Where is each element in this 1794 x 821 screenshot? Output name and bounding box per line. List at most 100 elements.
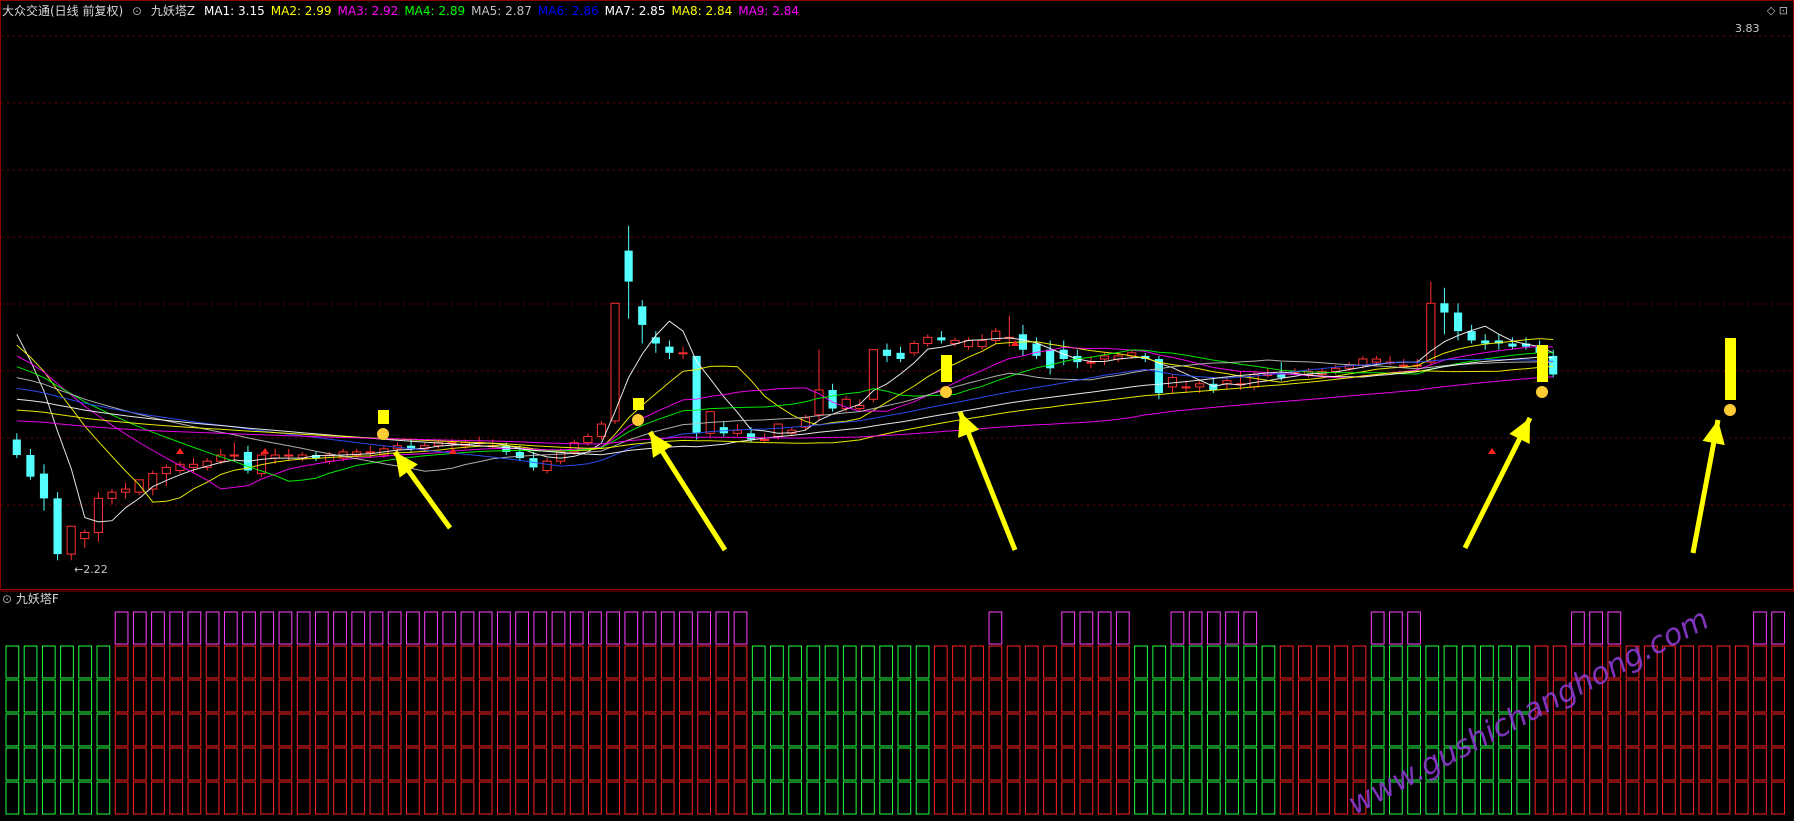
tower-cell — [442, 611, 457, 645]
tower-cell — [424, 679, 438, 713]
tower-cell — [223, 747, 238, 781]
tower-cell — [60, 781, 74, 815]
tower-cell — [952, 645, 966, 679]
tower-cell — [478, 645, 493, 679]
tower-cell — [1115, 713, 1130, 747]
ma-legend-item: MA6: 2.86 — [537, 4, 599, 18]
tower-cell — [788, 645, 803, 679]
tower-cell — [1534, 781, 1549, 815]
tower-cell — [1753, 713, 1767, 747]
tower-cell — [296, 645, 311, 679]
tower-cell — [642, 781, 657, 815]
panel-controls[interactable]: ◇ ⊡ — [1767, 4, 1788, 17]
tower-cell — [933, 747, 948, 781]
tower-cell — [460, 679, 475, 713]
tower-cell — [933, 713, 948, 747]
tower-cell — [624, 747, 639, 781]
tower-cell — [824, 713, 839, 747]
tower-cell — [533, 611, 548, 645]
tower-cell — [1225, 713, 1239, 747]
tower-cell — [1097, 747, 1112, 781]
tower-cell — [533, 679, 548, 713]
candle-body — [732, 429, 742, 434]
tower-cell — [478, 781, 493, 815]
tower-cell — [1662, 679, 1676, 713]
tower-cell — [551, 747, 566, 781]
tower-cell — [1225, 611, 1239, 645]
signal-candle — [633, 398, 644, 410]
ma-line — [16, 358, 1554, 467]
tower-cell — [260, 713, 275, 747]
tower-cell — [697, 747, 711, 781]
stock-chart[interactable]: 3.83 ←2.22 www.gushichanghong.com — [0, 0, 1794, 821]
tower-cell — [1516, 781, 1531, 815]
collapse-icon[interactable]: ⊙ — [2, 592, 12, 606]
tower-cell — [879, 645, 894, 679]
tower-cell — [1734, 679, 1749, 713]
tower-cell — [660, 679, 675, 713]
tower-cell — [1279, 713, 1294, 747]
tower-cell — [606, 645, 620, 679]
tower-cell — [169, 645, 184, 679]
tower-cell — [132, 679, 147, 713]
tower-cell — [806, 781, 821, 815]
tower-cell — [569, 679, 584, 713]
tower-cell — [442, 713, 457, 747]
tower-cell — [624, 611, 639, 645]
tower-cell — [78, 679, 93, 713]
tower-cell — [242, 713, 256, 747]
tower-cell — [624, 781, 639, 815]
tower-cell — [497, 713, 511, 747]
tower-cell — [387, 747, 402, 781]
tower-cell — [1243, 679, 1258, 713]
tower-cell — [1370, 611, 1385, 645]
tower-cell — [1753, 679, 1767, 713]
tower-cell — [1152, 747, 1167, 781]
tower-cell — [1352, 679, 1367, 713]
tower-cell — [588, 747, 602, 781]
tower-cell — [442, 645, 457, 679]
tower-cell — [1589, 713, 1603, 747]
tower-cell — [1024, 747, 1039, 781]
tower-cell — [988, 747, 1003, 781]
signal-candle — [1725, 338, 1736, 400]
tower-cell — [205, 781, 220, 815]
tower-cell — [1480, 679, 1494, 713]
tower-cell — [1771, 781, 1786, 815]
tower-cell — [1279, 645, 1294, 679]
tower-cell — [770, 679, 784, 713]
tower-cell — [351, 781, 366, 815]
tower-cell — [333, 679, 347, 713]
ma-legend-item: MA9: 2.84 — [738, 4, 799, 18]
tower-cell — [23, 645, 38, 679]
tower-cell — [551, 611, 566, 645]
tower-cell — [1079, 679, 1094, 713]
tower-cell — [842, 713, 857, 747]
tower-cell — [788, 747, 803, 781]
tower-cell — [715, 679, 730, 713]
tower-cell — [1115, 611, 1130, 645]
tower-cell — [733, 679, 748, 713]
tower-cell — [260, 781, 275, 815]
tower-cell — [879, 713, 894, 747]
price-low-label: ←2.22 — [74, 563, 108, 576]
tower-cell — [1771, 679, 1786, 713]
collapse-icon[interactable]: ⊙ — [132, 4, 142, 18]
tower-cell — [296, 679, 311, 713]
tower-cell — [1279, 747, 1294, 781]
tower-cell — [970, 645, 985, 679]
tower-cell — [551, 713, 566, 747]
tower-cell — [733, 713, 748, 747]
candle-body — [542, 460, 552, 472]
tower-cell — [478, 679, 493, 713]
tower-cell — [387, 781, 402, 815]
tower-cell — [806, 679, 821, 713]
tower-cell — [660, 713, 675, 747]
tower-cell — [588, 679, 602, 713]
tower-cell — [1316, 713, 1330, 747]
tower-cell — [624, 713, 639, 747]
candle-body — [1099, 355, 1110, 360]
tower-cell — [1516, 645, 1531, 679]
tower-cell — [1407, 645, 1421, 679]
tower-cell — [824, 679, 839, 713]
